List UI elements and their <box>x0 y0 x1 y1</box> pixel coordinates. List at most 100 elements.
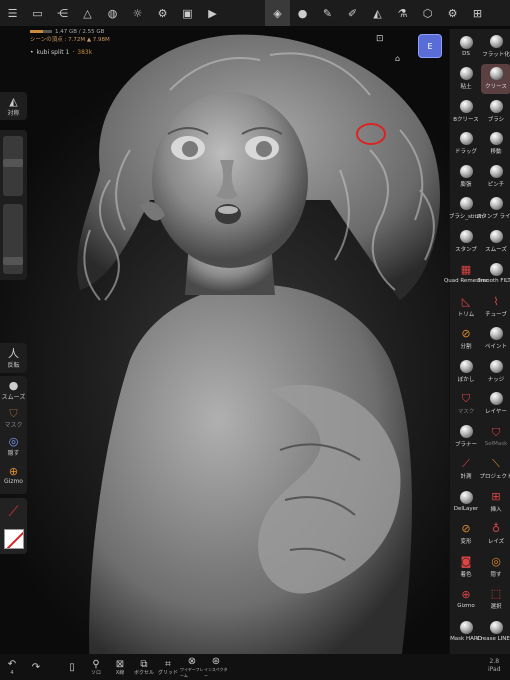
gizmo-button[interactable]: ⊕ Gizmo <box>0 460 27 490</box>
crease-line-tool[interactable]: Crease LINE 2 <box>477 616 510 646</box>
ds-tool[interactable]: DS <box>451 31 481 61</box>
hide-tool[interactable]: ◎ 隠す <box>481 551 510 581</box>
stamp-tool[interactable]: スタンプ <box>451 226 481 256</box>
strength-slider-knob[interactable] <box>3 256 23 265</box>
inspector-button[interactable]: ⊛ インスペクター <box>204 654 228 680</box>
project-tool[interactable]: ⟍ プロジェクト <box>480 454 510 484</box>
sun-icon[interactable]: ☼ <box>125 0 150 26</box>
smooth-filter-tool[interactable]: Smooth FILTR <box>477 259 510 289</box>
hide-tool-label: 隠す <box>490 571 502 578</box>
del-layer-tool-icon <box>459 490 473 504</box>
transform-tool[interactable]: ⊘ 変形 <box>451 519 481 549</box>
hide-label: 隠す <box>7 450 20 457</box>
triangle-icon[interactable]: ◭ <box>365 0 390 26</box>
hide-button[interactable]: ◎ 隠す <box>0 432 27 460</box>
xray-button-label: X線 <box>115 669 125 676</box>
paint-brush-icon[interactable]: ✐ <box>340 0 365 26</box>
voxel-button[interactable]: ⧉ ボクセル <box>132 654 156 680</box>
select-tool[interactable]: ⬚ 選択 <box>481 584 510 614</box>
drag-tool[interactable]: ドラッグ <box>451 129 481 159</box>
invert-button[interactable]: 人 反転 <box>0 343 27 373</box>
quad-remesher-tool[interactable]: ▦ Quad Remesher <box>444 259 488 289</box>
crease-line-tool-icon <box>489 620 503 634</box>
crease-tool[interactable]: クリース <box>481 63 510 94</box>
color-swatch[interactable] <box>0 526 27 552</box>
planar-tool[interactable]: ブラナー <box>451 421 481 451</box>
mask-hard-tool[interactable]: Mask HARD <box>450 616 482 646</box>
layers-stack-icon[interactable]: ◈ <box>265 0 290 26</box>
radius-slider-knob[interactable] <box>3 159 23 168</box>
tube-tool[interactable]: ⌇ チューブ <box>481 291 510 321</box>
mask-icon: ⛉ <box>9 407 18 420</box>
share-icon[interactable]: ⋲ <box>50 0 75 26</box>
gear-icon[interactable]: ⚙ <box>440 0 465 26</box>
redo-button[interactable]: ↷ <box>24 654 48 680</box>
xray-button[interactable]: ⊠ X線 <box>108 654 132 680</box>
measure-tool[interactable]: ⟋ 計測 <box>451 454 481 484</box>
image-icon[interactable]: ▣ <box>175 0 200 26</box>
layer-name: kubi split 1 <box>36 49 70 56</box>
project-tool-icon: ⟍ <box>492 457 500 470</box>
material-sphere-icon[interactable]: ● <box>290 0 315 26</box>
gizmo-tool[interactable]: ⊕ Gizmo <box>451 584 481 614</box>
bcrease-tool[interactable]: Bクリース <box>451 96 481 126</box>
strength-slider[interactable] <box>3 204 23 274</box>
wireframe-button[interactable]: ⊗ ワイヤーフレーム <box>180 654 204 680</box>
slash-color-icon[interactable]: ⟋ <box>0 498 27 526</box>
trim-tool[interactable]: ◺ トリム <box>451 291 481 321</box>
grid-button[interactable]: ⌗ グリッド <box>156 654 180 680</box>
viewport-canvas[interactable] <box>0 0 510 680</box>
split-tool[interactable]: ⊘ 分割 <box>451 324 481 354</box>
grid-button-icon: ⌗ <box>165 658 171 670</box>
settings-wheel-icon[interactable]: ⚙ <box>150 0 175 26</box>
smooth-button[interactable]: ● スムーズ <box>0 376 27 404</box>
del-layer-tool[interactable]: DelLayer <box>451 486 481 516</box>
radius-slider[interactable] <box>3 136 23 196</box>
flask-icon[interactable]: ⚗ <box>390 0 415 26</box>
paint-tool[interactable]: ペイント <box>481 324 510 354</box>
symmetry-button[interactable]: ◭ 対称 <box>0 92 27 120</box>
brush-tool[interactable]: ブラシ <box>481 96 510 126</box>
smooth-tool[interactable]: スムーズ <box>481 226 510 256</box>
home-icon[interactable]: ⌂ <box>395 54 400 63</box>
clay-tool[interactable]: 粘土 <box>451 64 481 94</box>
folder-icon[interactable]: ▭ <box>25 0 50 26</box>
bcrease-tool-label: Bクリース <box>453 116 479 123</box>
mask-button[interactable]: ⛉ マスク <box>0 404 27 432</box>
stamp-line-tool[interactable]: スタンプ ライン <box>476 194 510 224</box>
lock-icon[interactable]: ⊡ <box>376 34 384 44</box>
inflate-tool[interactable]: 膨張 <box>451 161 481 191</box>
pinch-tool[interactable]: ピンチ <box>481 161 510 191</box>
memory-bar <box>30 30 52 33</box>
cube-icon[interactable]: ⬡ <box>415 0 440 26</box>
menu-icon[interactable]: ☰ <box>0 0 25 26</box>
sculpt-model[interactable] <box>70 30 470 670</box>
globe-icon[interactable]: ◍ <box>100 0 125 26</box>
mask-tool[interactable]: ⛉ マスク <box>451 389 481 419</box>
nudge-tool[interactable]: ナッジ <box>481 356 510 386</box>
stroke-icon[interactable]: ✎ <box>315 0 340 26</box>
selmask-tool[interactable]: ⛉ SelMask <box>481 421 510 451</box>
move-tool[interactable]: 移動 <box>481 129 510 159</box>
color-tool[interactable]: ◙ 着色 <box>451 551 481 581</box>
undo-button[interactable]: ↶ 4 <box>0 654 24 680</box>
phone-button[interactable]: ▯ <box>60 654 84 680</box>
active-layer[interactable]: • kubi split 1 · 383k <box>30 49 92 56</box>
symmetry-panel: ◭ 対称 <box>0 92 27 120</box>
video-icon[interactable]: ▶ <box>200 0 225 26</box>
select-tool-label: 選択 <box>490 604 502 610</box>
layer-tool[interactable]: レイヤー <box>481 389 510 419</box>
mesh-icon[interactable]: △ <box>75 0 100 26</box>
insert-tool-label: 挿入 <box>490 506 502 513</box>
move-tool-label: 移動 <box>490 149 502 155</box>
insert-tool[interactable]: ⊞ 挿入 <box>481 486 510 516</box>
scene-icon[interactable]: ⊞ <box>465 0 490 26</box>
viewcube[interactable]: E <box>418 34 442 58</box>
clay-tool-icon <box>459 67 473 80</box>
raise-tool[interactable]: ♁ レイズ <box>481 519 510 549</box>
solo-button[interactable]: ⚲ ソロ <box>84 654 108 680</box>
blur-tool[interactable]: ぼかし <box>451 356 481 386</box>
flatten-tool[interactable]: フラット化 <box>481 31 510 61</box>
gizmo-label: Gizmo <box>4 478 23 485</box>
